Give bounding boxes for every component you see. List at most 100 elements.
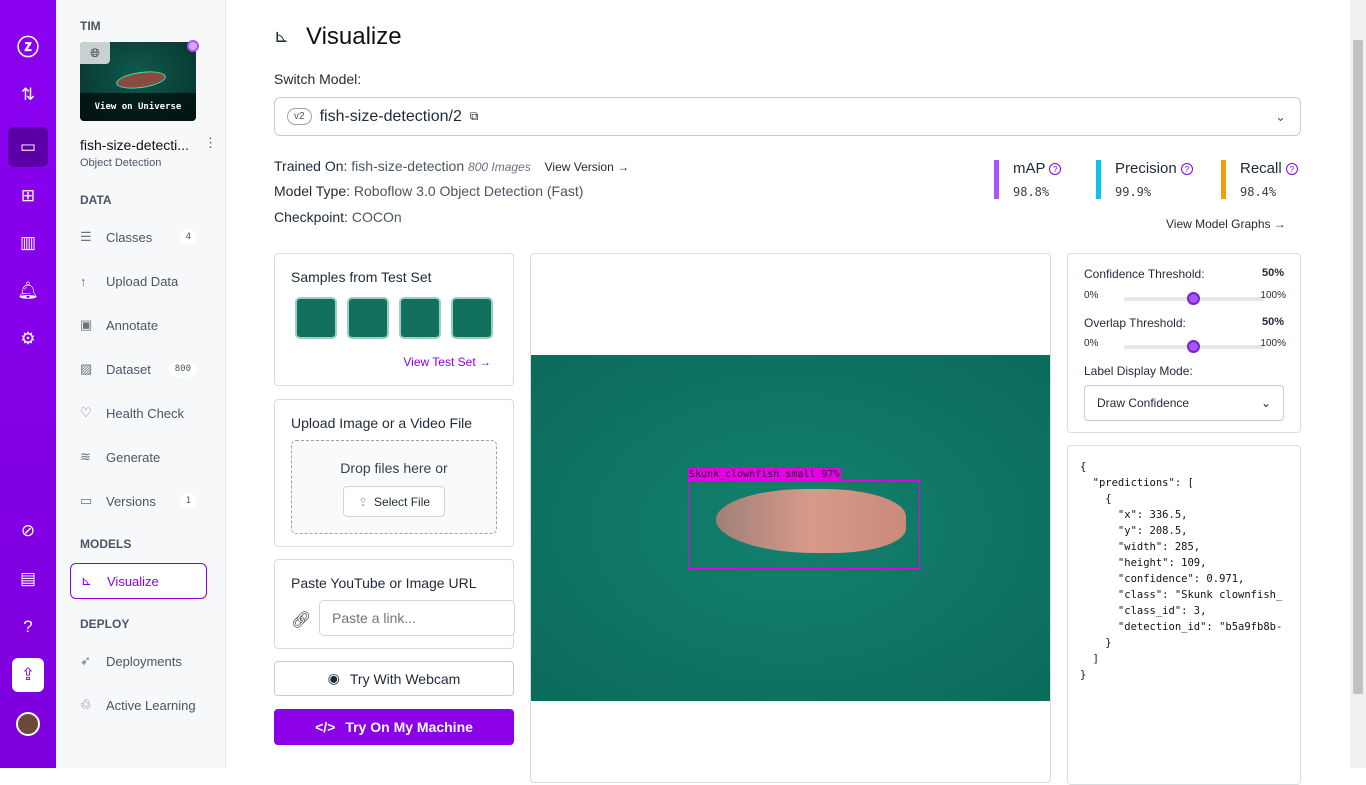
model-type: Model Type: Roboflow 3.0 Object Detectio… — [274, 183, 583, 199]
model-select[interactable]: v2 fish-size-detection/2 ⧉ ⌄ — [274, 97, 1301, 136]
image-icon: ▨ — [80, 361, 93, 376]
view-test-set-link[interactable]: View Test Set → — [403, 355, 491, 369]
sidebar-item-active-learning[interactable]: ♲ Active Learning — [70, 687, 207, 723]
card-title: Paste YouTube or Image URL — [291, 575, 477, 591]
view-version-link[interactable]: View Version → — [545, 160, 630, 174]
more-icon[interactable]: ⋮ — [204, 135, 217, 151]
scrollbar-thumb[interactable] — [1353, 40, 1363, 694]
chart-icon: ⊾ — [274, 26, 290, 46]
sidebar-item-annotate[interactable]: ▣ Annotate — [70, 307, 207, 343]
slider-handle[interactable] — [1187, 292, 1200, 305]
label: Try On My Machine — [345, 719, 473, 735]
chevron-down-icon: ⌄ — [1275, 108, 1286, 124]
sidebar-item-classes[interactable]: ☰ Classes 4 — [70, 219, 207, 255]
confidence-slider[interactable]: 0% 100% — [1084, 290, 1286, 310]
sample-image[interactable] — [347, 297, 389, 339]
model-name: fish-size-detection/2 — [319, 107, 462, 125]
metric-name: mAP — [1013, 160, 1046, 177]
min: 0% — [1084, 290, 1099, 301]
json-output-card: { "predictions": [ { "x": 336.5, "y": 20… — [1067, 445, 1301, 785]
version-badge: v2 — [287, 108, 312, 125]
label: Generate — [106, 449, 161, 465]
section-models: MODELS — [80, 537, 132, 551]
workflow-icon[interactable]: ⊞ — [8, 176, 48, 216]
sample-image[interactable] — [399, 297, 441, 339]
project-thumbnail[interactable]: 🌐︎ View on Universe — [80, 42, 196, 121]
drop-text: Drop files here or — [340, 460, 448, 476]
gear-icon[interactable]: ⚙ — [8, 319, 48, 359]
label: Trained On: — [274, 158, 348, 174]
badge: 800 — [168, 361, 197, 377]
select-file-button[interactable]: ⇪ Select File — [343, 486, 445, 517]
try-on-my-machine-button[interactable]: </> Try On My Machine — [274, 709, 514, 745]
samples-card: Samples from Test Set View Test Set → — [274, 253, 514, 386]
confidence-value: 50% — [1261, 267, 1284, 279]
label: Dataset — [106, 361, 151, 377]
sidebar-item-deployments[interactable]: ➶ Deployments — [70, 643, 207, 679]
paste-url-card: Paste YouTube or Image URL 🔗︎ — [274, 559, 515, 649]
metric-value: 98.4% — [1240, 185, 1277, 199]
view-model-graphs-link[interactable]: View Model Graphs → — [1166, 217, 1286, 231]
sidebar-item-versions[interactable]: ▭ Versions 1 — [70, 483, 207, 519]
badge: 1 — [179, 493, 197, 509]
bell-icon[interactable]: 🔔︎ — [8, 271, 48, 311]
label: Annotate — [106, 317, 159, 333]
sidebar-item-dataset[interactable]: ▨ Dataset 800 — [70, 351, 207, 387]
checkpoint: Checkpoint: COCOn — [274, 209, 402, 225]
overlap-slider[interactable]: 0% 100% — [1084, 338, 1286, 358]
compass-icon[interactable]: ⊘ — [8, 511, 48, 551]
try-webcam-button[interactable]: ◉ Try With Webcam — [274, 661, 514, 696]
metric-recall: Recall ? 98.4% — [1221, 160, 1298, 199]
annotate-icon: ▣ — [80, 317, 93, 332]
sidebar: TIM 🌐︎ View on Universe fish-size-detect… — [56, 0, 226, 768]
analytics-icon[interactable]: ▥ — [8, 223, 48, 263]
label: Visualize — [107, 573, 159, 589]
sidebar-item-visualize[interactable]: ⊾ Visualize — [70, 563, 207, 599]
value: Roboflow 3.0 Object Detection (Fast) — [353, 183, 584, 199]
sample-thumbnails — [295, 297, 493, 339]
code-icon: </> — [315, 719, 336, 735]
sidebar-item-health-check[interactable]: ♡ Health Check — [70, 395, 207, 431]
label: Select File — [374, 494, 431, 509]
help-icon[interactable]: ? — [1285, 163, 1298, 176]
switch-model-label: Switch Model: — [274, 71, 362, 87]
layers-icon: ≋ — [80, 449, 91, 464]
metric-name: Recall — [1240, 160, 1282, 177]
list-icon: ☰ — [80, 229, 92, 244]
metric-name: Precision — [1115, 160, 1177, 177]
sample-image[interactable] — [451, 297, 493, 339]
card-title: Upload Image or a Video File — [291, 415, 473, 431]
help-icon[interactable]: ? — [8, 607, 48, 647]
scrollbar[interactable] — [1350, 0, 1366, 768]
label: Classes — [106, 229, 153, 245]
chevron-down-icon: ⌄ — [1260, 396, 1271, 410]
metric-map: mAP ? 98.8% — [994, 160, 1062, 199]
avatar[interactable] — [16, 712, 40, 736]
help-icon[interactable]: ? — [1049, 163, 1062, 176]
view-on-universe[interactable]: View on Universe — [80, 93, 196, 121]
roboflow-logo-icon[interactable]: ⓩ — [8, 26, 48, 66]
metric-value: 98.8% — [1013, 185, 1050, 199]
bounding-box-label: Skunk_clownfish_small 97% — [688, 468, 841, 481]
sidebar-item-upload-data[interactable]: ↑ Upload Data — [70, 263, 207, 299]
library-icon[interactable]: ▤ — [8, 559, 48, 599]
main: ⊾ Visualize Switch Model: v2 fish-size-d… — [226, 0, 1350, 785]
display-mode-label: Label Display Mode: — [1084, 364, 1193, 378]
slider-handle[interactable] — [1187, 340, 1200, 353]
label: Model Type: — [274, 183, 351, 199]
sort-arrows-icon[interactable]: ⇅ — [8, 75, 48, 115]
sidebar-item-generate[interactable]: ≋ Generate — [70, 439, 207, 475]
label: Upload Data — [106, 273, 179, 289]
icon-rail: ⓩ ⇅ ▭ ⊞ ▥ 🔔︎ ⚙ ⊘ ▤ ? ⇪ — [0, 0, 56, 768]
sample-image[interactable] — [295, 297, 337, 339]
copy-icon[interactable]: ⧉ — [470, 109, 479, 124]
display-mode-select[interactable]: Draw Confidence ⌄ — [1084, 385, 1284, 421]
label: Versions — [106, 493, 156, 509]
upload-icon[interactable]: ⇪ — [12, 658, 44, 692]
help-icon[interactable]: ? — [1180, 163, 1193, 176]
inbox-icon[interactable]: ▭ — [8, 127, 48, 167]
url-input[interactable] — [319, 600, 515, 636]
inference-image: Skunk_clownfish_small 97% — [531, 355, 1050, 701]
heart-pulse-icon: ♡ — [80, 405, 92, 420]
dropzone[interactable]: Drop files here or ⇪ Select File — [291, 440, 497, 534]
